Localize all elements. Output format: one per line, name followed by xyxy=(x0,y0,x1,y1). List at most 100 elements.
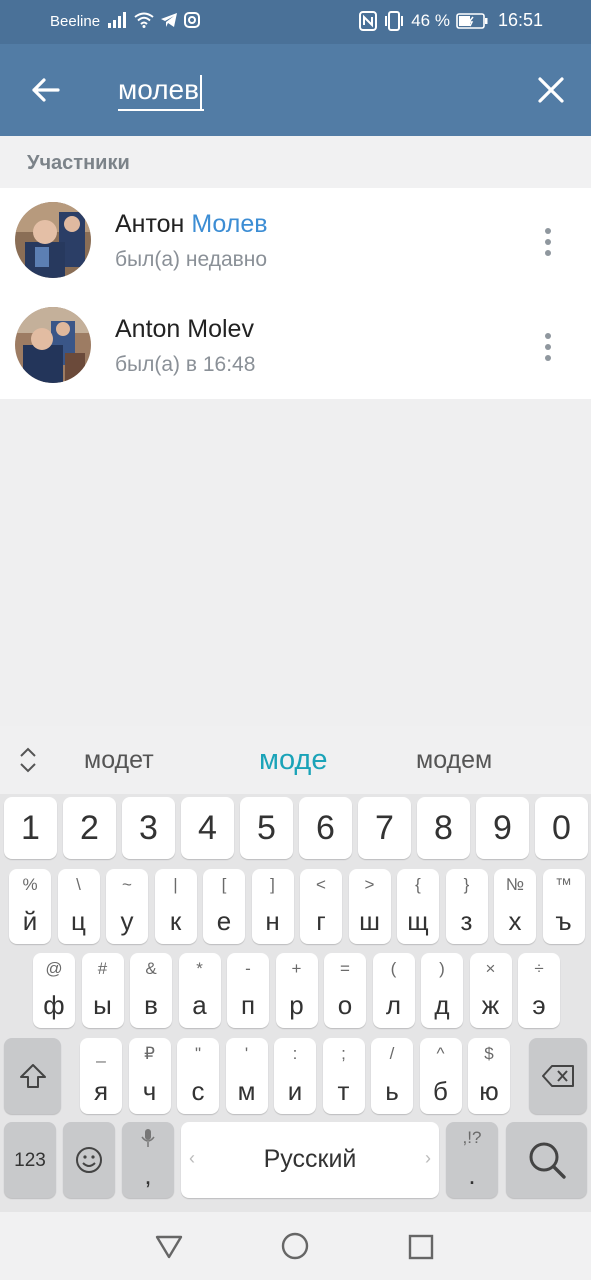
key-number[interactable]: 9 xyxy=(476,797,529,859)
suggestion-item[interactable]: модем xyxy=(416,746,492,775)
key-label: э xyxy=(532,990,546,1020)
search-query-text: молев xyxy=(118,74,199,105)
key-secondary-label: & xyxy=(145,959,157,978)
key-label: ф xyxy=(43,990,65,1020)
key-letter[interactable]: ; т xyxy=(322,1038,365,1114)
key-letter[interactable]: ÷ э xyxy=(518,953,560,1028)
key-label: м xyxy=(237,1076,256,1106)
key-label: 2 xyxy=(80,809,99,847)
key-letter[interactable]: _ я xyxy=(80,1038,122,1114)
list-item[interactable]: Антон Молев был(а) недавно xyxy=(0,188,591,293)
key-letter[interactable]: ₽ ч xyxy=(128,1038,171,1114)
key-letter[interactable]: % й xyxy=(9,869,51,944)
key-label: 6 xyxy=(316,809,335,847)
key-letter[interactable]: } з xyxy=(445,869,488,944)
key-letter[interactable]: / ь xyxy=(371,1038,413,1114)
vibrate-icon xyxy=(385,10,404,31)
key-secondary-label: - xyxy=(245,959,251,978)
key-letter[interactable]: @ ф xyxy=(33,953,75,1028)
key-secondary-label: ] xyxy=(270,875,275,894)
period-key[interactable]: ,!?. xyxy=(446,1122,498,1198)
key-label: а xyxy=(192,990,207,1020)
key-secondary-label: ~ xyxy=(122,875,132,894)
key-number[interactable]: 8 xyxy=(417,797,470,859)
key-label: ш xyxy=(359,906,380,936)
mode-switch-key[interactable]: 123 xyxy=(4,1122,56,1198)
mic-icon xyxy=(141,1129,155,1147)
key-letter[interactable]: + р xyxy=(275,953,318,1028)
key-letter[interactable]: & в xyxy=(130,953,172,1028)
key-letter[interactable]: * а xyxy=(178,953,221,1028)
key-secondary-label: * xyxy=(196,959,203,978)
key-label: й xyxy=(22,906,38,936)
key-secondary-label: № xyxy=(505,875,525,894)
key-letter[interactable]: № х xyxy=(494,869,536,944)
backspace-key[interactable] xyxy=(529,1038,587,1114)
key-letter[interactable]: < г xyxy=(300,869,342,944)
key-letter[interactable]: \ ц xyxy=(57,869,100,944)
key-letter[interactable]: ^ б xyxy=(419,1038,462,1114)
key-letter[interactable]: ' м xyxy=(225,1038,268,1114)
shift-key[interactable] xyxy=(4,1038,61,1114)
key-letter[interactable]: (л xyxy=(372,953,415,1028)
more-vert-icon[interactable] xyxy=(544,228,552,258)
key-letter[interactable]: > ш xyxy=(348,869,391,944)
key-label: у xyxy=(120,906,134,936)
key-letter[interactable]: [е xyxy=(203,869,245,944)
key-letter[interactable]: = о xyxy=(324,953,366,1028)
close-icon[interactable] xyxy=(535,74,567,106)
key-letter[interactable]: -п xyxy=(227,953,269,1028)
member-status: был(а) недавно xyxy=(115,248,268,271)
back-arrow-icon[interactable] xyxy=(28,72,64,108)
key-label: в xyxy=(144,990,158,1020)
search-key[interactable] xyxy=(506,1122,587,1198)
key-letter[interactable]: # ы xyxy=(81,953,124,1028)
key-number[interactable]: 4 xyxy=(181,797,234,859)
key-secondary-label: ( xyxy=(390,959,397,978)
key-label: г xyxy=(316,906,326,936)
telegram-icon xyxy=(161,13,177,27)
key-label: . xyxy=(468,1160,476,1190)
search-header: молев xyxy=(0,44,591,136)
key-label: Русский xyxy=(263,1145,357,1173)
system-nav-bar xyxy=(0,1212,591,1280)
nav-home-icon[interactable] xyxy=(281,1232,309,1260)
search-input[interactable]: молев xyxy=(118,74,204,111)
key-number[interactable]: 5 xyxy=(240,797,293,859)
key-letter[interactable]: ] н xyxy=(251,869,294,944)
space-key[interactable]: ‹ › Русский xyxy=(181,1122,439,1198)
key-number[interactable]: 0 xyxy=(535,797,588,859)
key-secondary-label: ™ xyxy=(555,875,572,894)
more-vert-icon[interactable] xyxy=(544,333,552,363)
key-letter[interactable]: :и xyxy=(274,1038,316,1114)
expand-icon[interactable] xyxy=(18,746,38,774)
key-letter[interactable]: " с xyxy=(177,1038,219,1114)
emoji-key[interactable] xyxy=(63,1122,115,1198)
clock: 16:51 xyxy=(497,10,543,30)
key-label: 123 xyxy=(14,1150,46,1171)
carrier-name: Beeline xyxy=(50,13,101,30)
key-number[interactable]: 7 xyxy=(358,797,411,859)
nav-recents-icon[interactable] xyxy=(408,1234,434,1260)
key-letter[interactable]: ~ у xyxy=(106,869,148,944)
comma-key[interactable]: , xyxy=(122,1122,174,1198)
key-number[interactable]: 6 xyxy=(299,797,352,859)
key-letter[interactable]: {щ xyxy=(397,869,439,944)
suggestion-item-primary[interactable]: моде xyxy=(259,744,327,777)
suggestion-item[interactable]: модет xyxy=(84,746,154,775)
key-letter[interactable]: ) д xyxy=(421,953,463,1028)
key-number[interactable]: 2 xyxy=(63,797,116,859)
key-label: 9 xyxy=(493,809,512,847)
key-letter[interactable]: $ ю xyxy=(468,1038,510,1114)
name-text: Антон xyxy=(115,210,192,238)
key-letter[interactable]: ™ ъ xyxy=(542,869,585,944)
key-label: х xyxy=(508,906,522,936)
nav-back-icon[interactable] xyxy=(154,1234,184,1260)
key-number[interactable]: 3 xyxy=(122,797,175,859)
key-number[interactable]: 1 xyxy=(4,797,57,859)
name-match-highlight: Молев xyxy=(191,210,268,238)
key-secondary-label: ' xyxy=(244,1044,249,1063)
list-item[interactable]: Anton Molev был(а) в 16:48 xyxy=(0,293,591,398)
key-letter[interactable]: | к xyxy=(154,869,197,944)
key-letter[interactable]: × ж xyxy=(469,953,512,1028)
